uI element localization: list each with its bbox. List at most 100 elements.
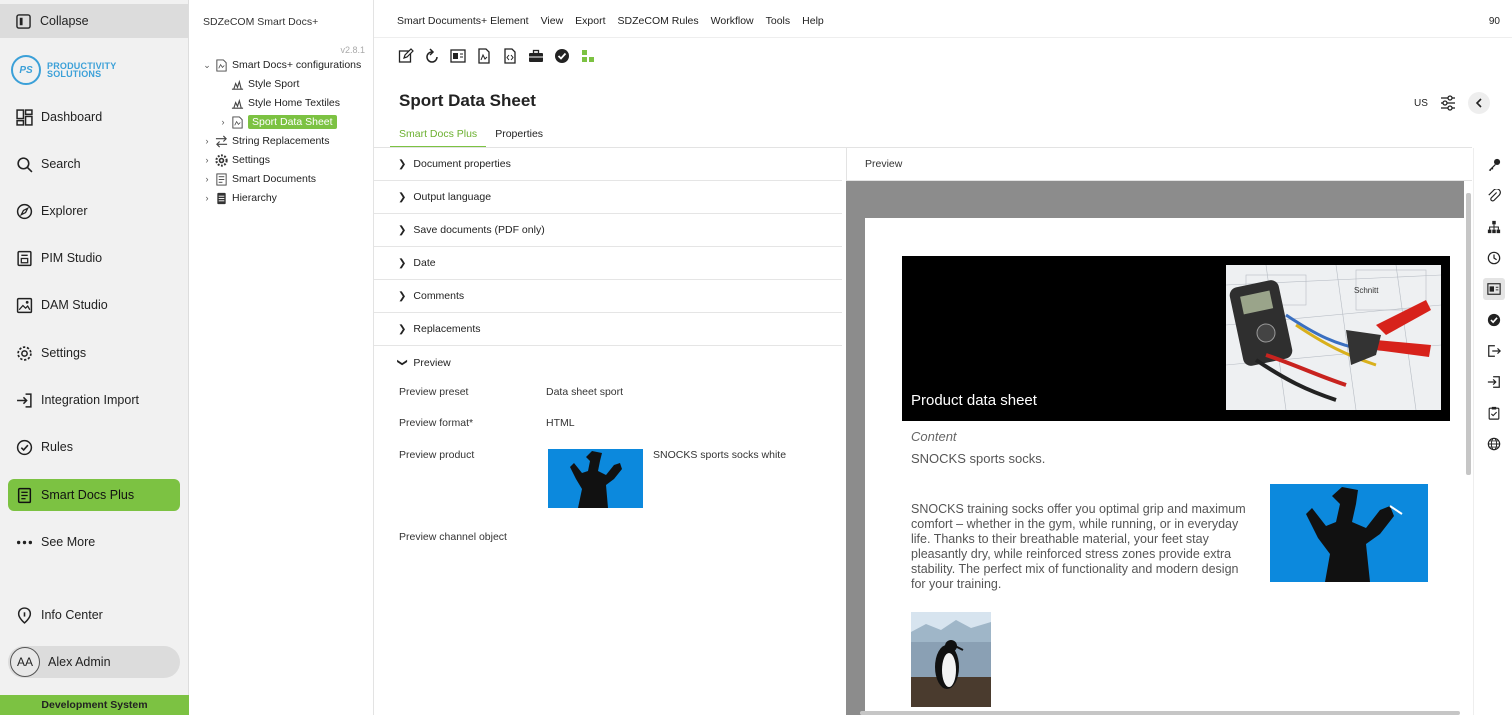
key-icon — [1488, 158, 1501, 172]
rail-preview-button[interactable] — [1483, 278, 1505, 300]
preview-icon[interactable] — [450, 48, 466, 64]
tree-item-style-home-textiles[interactable]: Style Home Textiles — [229, 95, 340, 111]
menu-element[interactable]: Smart Documents+ Element — [397, 15, 529, 27]
nav-item-smart-docs-plus[interactable]: Smart Docs Plus — [8, 479, 180, 511]
nav-label: PIM Studio — [41, 251, 103, 265]
nav-item-integration-import[interactable]: Integration Import — [8, 384, 180, 416]
rail-hierarchy-button[interactable] — [1483, 216, 1505, 238]
preview-vertical-scrollbar[interactable] — [1464, 181, 1472, 715]
clock-icon — [1487, 251, 1501, 265]
pdf-icon[interactable] — [476, 48, 492, 64]
pim-studio-icon — [17, 250, 32, 266]
tree-label: Sport Data Sheet — [248, 115, 337, 129]
html-icon[interactable] — [502, 48, 518, 64]
nav-item-rules[interactable]: Rules — [8, 431, 180, 463]
nav-item-settings[interactable]: Settings — [8, 337, 180, 369]
tree-item-smart-documents[interactable]: › Smart Documents — [201, 171, 316, 187]
tree-item-settings[interactable]: › Settings — [201, 152, 270, 168]
workflow-icon[interactable] — [580, 48, 596, 64]
explorer-icon — [16, 203, 33, 219]
tab-bar: Smart Docs Plus Properties — [390, 126, 552, 148]
tree-label: Settings — [232, 154, 270, 166]
section-preview[interactable]: ❯ Preview — [374, 346, 842, 379]
nav-item-explorer[interactable]: Explorer — [8, 195, 180, 227]
tree-item-hierarchy[interactable]: › Hierarchy — [201, 190, 277, 206]
chevron-right-icon[interactable]: › — [201, 136, 213, 146]
rail-export-button[interactable] — [1483, 340, 1505, 362]
section-label: Date — [413, 257, 436, 269]
penguin-image — [911, 612, 991, 707]
rail-history-button[interactable] — [1483, 247, 1505, 269]
section-label: Replacements — [413, 323, 481, 335]
tab-smart-docs-plus[interactable]: Smart Docs Plus — [390, 126, 487, 148]
import-icon — [1487, 376, 1500, 388]
collapse-button[interactable]: Collapse — [0, 4, 188, 38]
tree-item-style-sport[interactable]: Style Sport — [229, 76, 299, 92]
preview-icon — [1487, 283, 1501, 295]
nav-label: Info Center — [41, 608, 103, 622]
preview-format-select[interactable]: HTML — [546, 417, 575, 429]
reload-icon[interactable] — [424, 48, 440, 64]
chevron-right-icon[interactable]: › — [217, 117, 229, 127]
nav-item-pim-studio[interactable]: PIM Studio — [8, 242, 180, 274]
tree-item-sport-data-sheet[interactable]: › Sport Data Sheet — [217, 114, 337, 130]
chevron-right-icon[interactable]: › — [201, 174, 213, 184]
section-save-documents[interactable]: ❯ Save documents (PDF only) — [374, 214, 842, 247]
rail-attachment-button[interactable] — [1483, 185, 1505, 207]
chevron-right-icon[interactable]: › — [201, 193, 213, 203]
tree-item-string-replacements[interactable]: › String Replacements — [201, 133, 330, 149]
nav-item-see-more[interactable]: See More — [8, 526, 180, 558]
content-body: SNOCKS training socks offer you optimal … — [911, 502, 1246, 591]
section-label: Document properties — [413, 158, 511, 170]
nav-label: See More — [41, 535, 96, 549]
collapse-panel-button[interactable] — [1467, 92, 1490, 114]
scrollbar-thumb[interactable] — [1466, 193, 1471, 475]
tools-image: Schnitt — [1226, 265, 1441, 410]
preview-horizontal-scrollbar[interactable] — [860, 711, 1460, 715]
user-menu[interactable]: AA Alex Admin — [8, 646, 180, 678]
chevron-right-icon[interactable]: › — [201, 155, 213, 165]
section-output-language[interactable]: ❯ Output language — [374, 181, 842, 214]
search-icon — [17, 156, 33, 173]
info-icon — [17, 606, 32, 624]
edit-icon[interactable] — [398, 48, 414, 64]
menu-help[interactable]: Help — [802, 15, 824, 27]
nav-label: Integration Import — [41, 393, 139, 407]
right-icon-rail — [1473, 148, 1512, 715]
menu-workflow[interactable]: Workflow — [711, 15, 754, 27]
menu-view[interactable]: View — [541, 15, 564, 27]
nav-item-info-center[interactable]: Info Center — [8, 599, 180, 631]
section-document-properties[interactable]: ❯ Document properties — [374, 148, 842, 181]
tree-item-configurations[interactable]: ⌄ Smart Docs+ configurations — [201, 57, 361, 73]
section-date[interactable]: ❯ Date — [374, 247, 842, 280]
nav-item-dashboard[interactable]: Dashboard — [8, 101, 180, 133]
tree-label: Hierarchy — [232, 192, 277, 204]
swap-icon — [215, 135, 228, 147]
rail-language-button[interactable] — [1483, 433, 1505, 455]
nav-item-dam-studio[interactable]: DAM Studio — [8, 289, 180, 321]
sliders-icon[interactable] — [1440, 95, 1456, 111]
rail-check-button[interactable] — [1483, 309, 1505, 331]
nav-item-search[interactable]: Search — [8, 148, 180, 180]
tree-label: String Replacements — [232, 135, 330, 147]
locale-selector[interactable]: US — [1414, 98, 1428, 109]
logo-line-2: SOLUTIONS — [47, 69, 102, 79]
globe-icon — [1487, 437, 1501, 451]
tab-properties[interactable]: Properties — [486, 126, 552, 148]
chevron-right-icon: ❯ — [398, 323, 407, 335]
menu-tools[interactable]: Tools — [766, 15, 791, 27]
menu-export[interactable]: Export — [575, 15, 605, 27]
section-comments[interactable]: ❯ Comments — [374, 280, 842, 313]
clipboard-icon — [1488, 406, 1500, 420]
preview-preset-select[interactable]: Data sheet sport — [546, 386, 623, 398]
check-icon[interactable] — [554, 48, 570, 64]
rail-tasks-button[interactable] — [1483, 402, 1505, 424]
chevron-down-icon[interactable]: ⌄ — [201, 60, 213, 71]
preview-product-thumbnail[interactable] — [548, 449, 643, 508]
rail-key-button[interactable] — [1483, 154, 1505, 176]
briefcase-icon[interactable] — [528, 48, 544, 64]
menu-sdzecom-rules[interactable]: SDZeCOM Rules — [618, 15, 699, 27]
section-replacements[interactable]: ❯ Replacements — [374, 313, 842, 346]
preview-page: Product data sheet Schnitt Content SNOCK… — [865, 218, 1464, 715]
rail-import-button[interactable] — [1483, 371, 1505, 393]
